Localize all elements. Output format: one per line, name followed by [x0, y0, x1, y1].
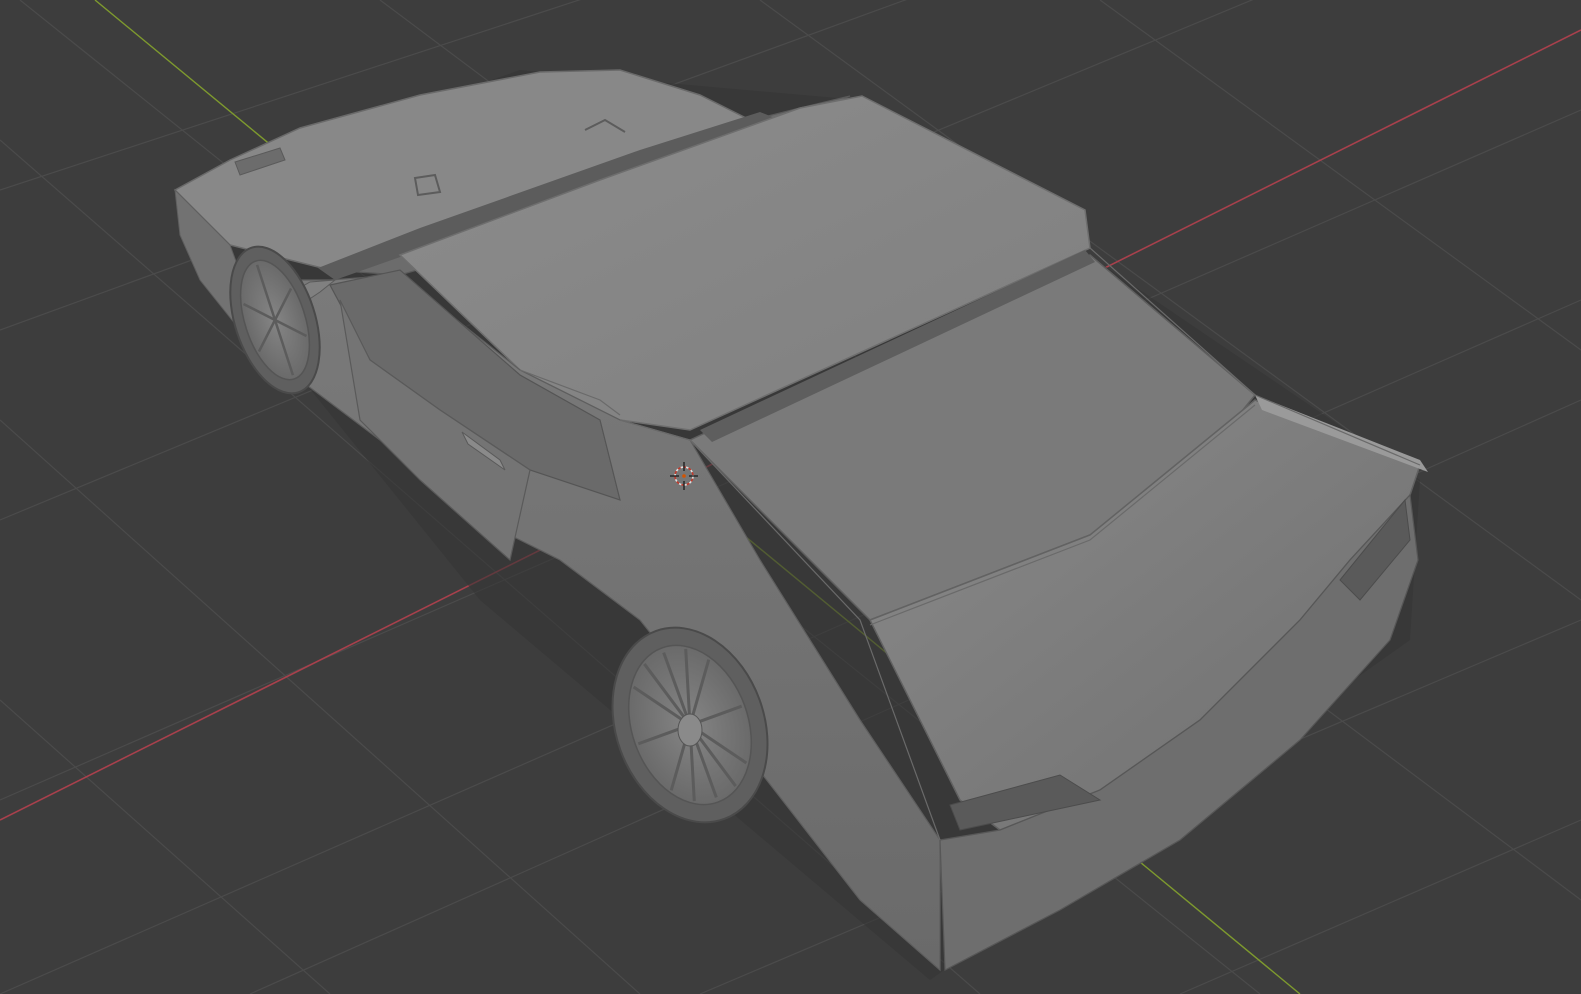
viewport-canvas[interactable]: [0, 0, 1581, 994]
3d-viewport[interactable]: [0, 0, 1581, 994]
